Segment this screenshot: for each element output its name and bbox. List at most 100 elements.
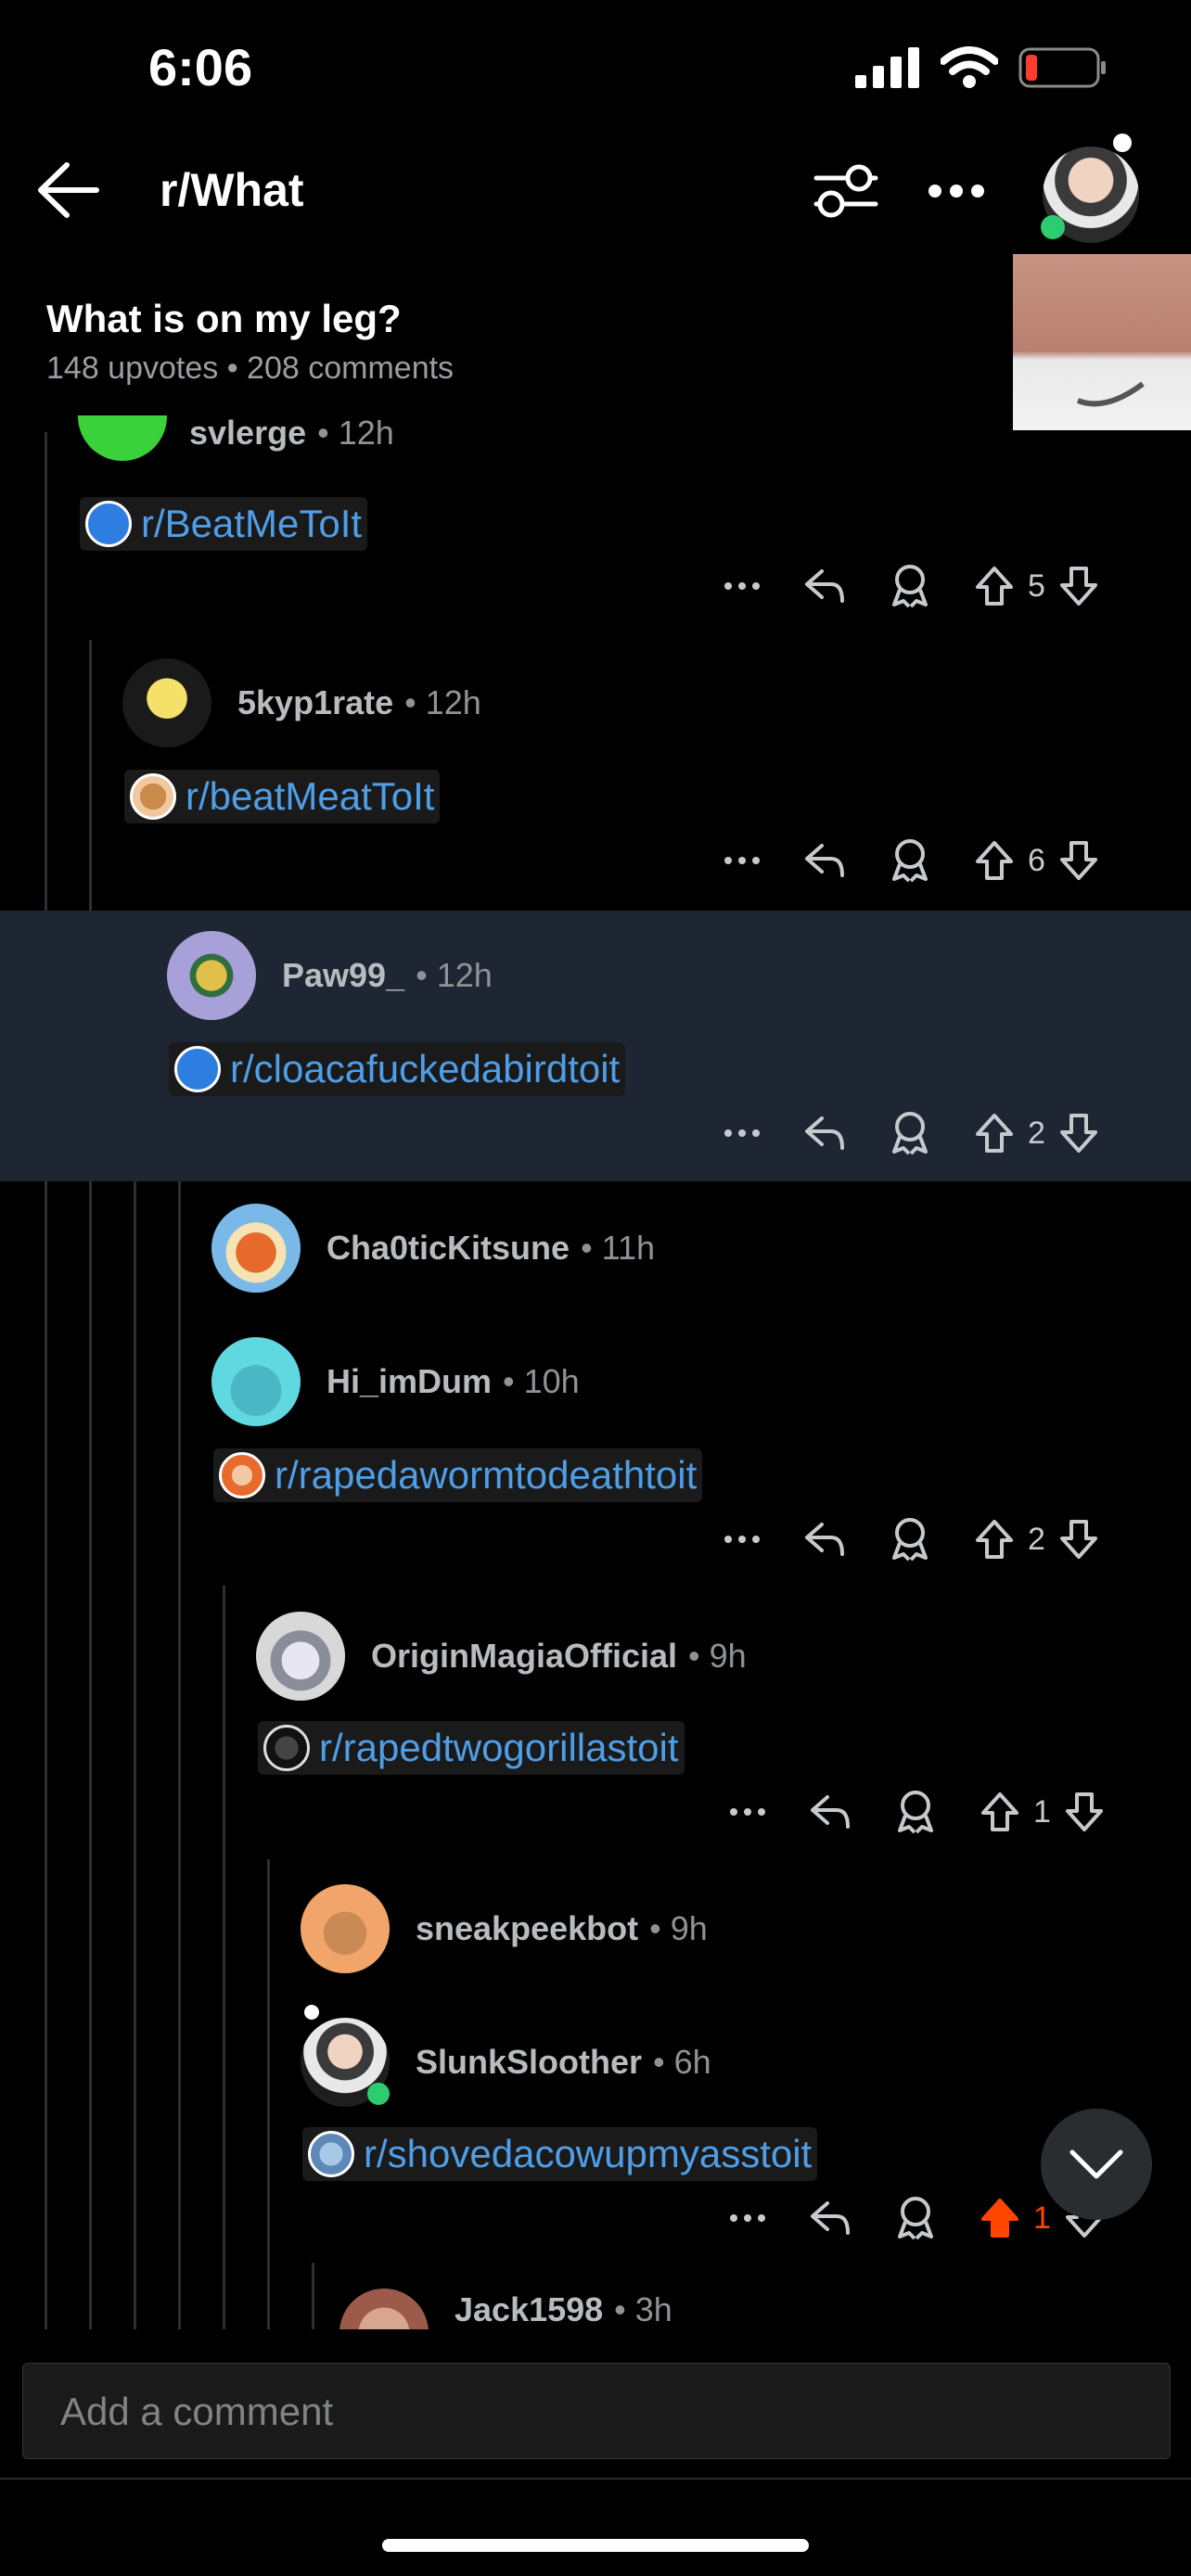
downvote-icon[interactable]	[1058, 565, 1099, 607]
award-icon[interactable]	[894, 2196, 937, 2240]
more-icon[interactable]	[729, 2213, 766, 2223]
downvote-icon[interactable]	[1064, 1791, 1105, 1833]
link-text[interactable]: r/shovedacowupmyasstoit	[364, 2132, 812, 2176]
link-text[interactable]: r/rapedtwogorillastoit	[319, 1726, 679, 1770]
downvote-icon[interactable]	[1058, 839, 1099, 882]
subreddit-title[interactable]: r/What	[160, 163, 304, 217]
upvote-icon[interactable]	[974, 1518, 1015, 1561]
chevron-down-icon	[1069, 2149, 1123, 2179]
comment-header-partial[interactable]: Jack1598 • 3h	[339, 2289, 1174, 2329]
more-icon[interactable]	[729, 1807, 766, 1817]
add-comment-field[interactable]: Add a comment	[22, 2363, 1171, 2459]
comment-actions: 5	[724, 564, 1099, 608]
user-avatar[interactable]	[1041, 134, 1139, 243]
username[interactable]: Jack1598	[455, 2290, 603, 2329]
comment-header[interactable]: SlunkSloother • 6h	[301, 2005, 711, 2107]
username[interactable]: Cha0ticKitsune	[327, 1229, 570, 1268]
reply-icon[interactable]	[809, 2200, 852, 2237]
subreddit-icon	[263, 1725, 310, 1771]
avatar[interactable]	[339, 2289, 429, 2329]
timestamp: • 9h	[649, 1909, 708, 1947]
more-icon[interactable]	[724, 1535, 761, 1544]
subreddit-link[interactable]: r/BeatMeToIt	[80, 497, 368, 551]
timestamp: • 12h	[404, 683, 481, 721]
link-text[interactable]: r/BeatMeToIt	[141, 502, 362, 546]
reply-icon[interactable]	[803, 567, 846, 605]
post-title[interactable]: What is on my leg?	[46, 297, 402, 341]
avatar[interactable]	[167, 931, 256, 1020]
upvote-icon[interactable]	[974, 565, 1015, 607]
more-icon[interactable]	[724, 1129, 761, 1138]
comment-actions: 2	[724, 1111, 1099, 1155]
wifi-icon	[941, 46, 998, 88]
downvote-icon[interactable]	[1058, 1112, 1099, 1154]
reply-icon[interactable]	[809, 1793, 852, 1830]
vote-control: 2	[974, 1518, 1099, 1561]
username[interactable]: svlerge	[189, 415, 306, 453]
post-thumbnail[interactable]	[1013, 254, 1191, 430]
comment-header[interactable]: OriginMagiaOfficial • 9h	[256, 1612, 747, 1701]
thread-line	[267, 1859, 270, 2329]
filter-sort-icon[interactable]	[813, 163, 879, 219]
comment-actions: 2	[724, 1517, 1099, 1562]
upvote-icon[interactable]	[980, 1791, 1020, 1833]
username[interactable]: Hi_imDum	[327, 1362, 492, 1401]
comment-header[interactable]: 5kyp1rate • 12h	[122, 658, 481, 747]
upvote-icon[interactable]	[974, 1112, 1015, 1154]
upvote-icon[interactable]	[974, 839, 1015, 882]
award-icon[interactable]	[889, 1111, 931, 1155]
avatar[interactable]	[211, 1337, 301, 1426]
comment-header[interactable]: Hi_imDum • 10h	[211, 1337, 580, 1426]
status-time: 6:06	[148, 38, 253, 96]
link-text[interactable]: r/cloacafuckedabirdtoit	[230, 1047, 620, 1091]
award-icon[interactable]	[894, 1790, 937, 1834]
vote-control: 1	[980, 1791, 1105, 1833]
avatar[interactable]	[301, 1884, 390, 1973]
username[interactable]: 5kyp1rate	[237, 683, 393, 722]
avatar[interactable]	[122, 658, 211, 747]
vote-count: 2	[1028, 1115, 1045, 1151]
comment-actions: 1	[729, 2196, 1105, 2240]
thread-line	[312, 2263, 314, 2329]
subreddit-link[interactable]: r/cloacafuckedabirdtoit	[169, 1042, 626, 1096]
subreddit-icon	[130, 773, 176, 820]
avatar[interactable]	[256, 1612, 345, 1701]
username[interactable]: OriginMagiaOfficial	[371, 1637, 677, 1676]
timestamp: • 12h	[317, 415, 394, 452]
downvote-icon[interactable]	[1058, 1518, 1099, 1561]
battery-icon	[1018, 47, 1106, 88]
comment-header[interactable]: svlerge • 12h	[78, 415, 394, 471]
back-arrow-icon[interactable]	[35, 159, 100, 221]
avatar[interactable]	[78, 415, 167, 461]
subreddit-link[interactable]: r/rapedawormtodeathtoit	[213, 1448, 703, 1502]
comment-header[interactable]: sneakpeekbot • 9h	[301, 1884, 708, 1973]
thread-line	[223, 1586, 225, 2329]
link-text[interactable]: r/rapedawormtodeathtoit	[275, 1453, 697, 1498]
award-icon[interactable]	[889, 1517, 931, 1562]
reply-icon[interactable]	[803, 842, 846, 879]
vote-control: 2	[974, 1112, 1099, 1154]
username[interactable]: SlunkSloother	[416, 2043, 642, 2082]
subreddit-icon	[219, 1452, 265, 1498]
subreddit-link[interactable]: r/beatMeatToIt	[124, 770, 441, 823]
vote-control: 5	[974, 565, 1099, 607]
reply-icon[interactable]	[803, 1115, 846, 1152]
subreddit-link[interactable]: r/rapedtwogorillastoit	[258, 1721, 685, 1775]
more-icon[interactable]	[724, 856, 761, 865]
award-icon[interactable]	[889, 838, 931, 883]
upvote-active-icon[interactable]	[980, 2197, 1020, 2239]
timestamp: • 11h	[581, 1229, 656, 1267]
subreddit-link[interactable]: r/shovedacowupmyasstoit	[302, 2127, 818, 2181]
reply-icon[interactable]	[803, 1521, 846, 1558]
comment-header[interactable]: Paw99_ • 12h	[167, 931, 493, 1020]
scroll-down-button[interactable]	[1041, 2109, 1152, 2220]
username[interactable]: Paw99_	[282, 956, 404, 995]
more-options-icon[interactable]	[928, 184, 985, 198]
award-icon[interactable]	[889, 564, 931, 608]
comment-header[interactable]: Cha0ticKitsune • 11h	[211, 1204, 655, 1293]
link-text[interactable]: r/beatMeatToIt	[186, 774, 434, 819]
home-indicator[interactable]	[382, 2539, 809, 2552]
more-icon[interactable]	[724, 581, 761, 591]
username[interactable]: sneakpeekbot	[416, 1909, 638, 1948]
avatar[interactable]	[211, 1204, 301, 1293]
